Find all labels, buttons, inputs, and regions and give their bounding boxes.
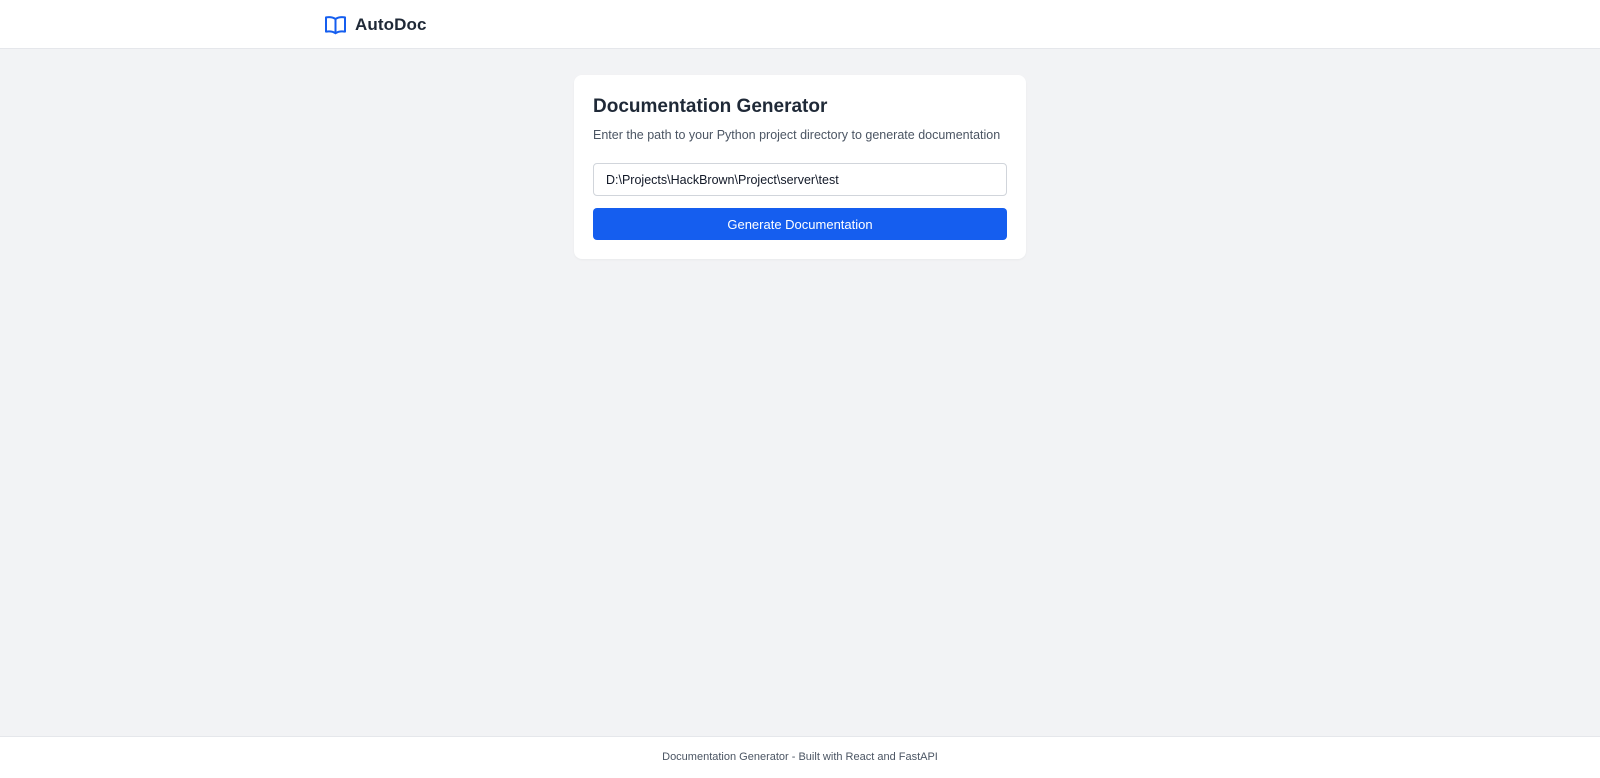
brand-link[interactable]: AutoDoc xyxy=(324,14,427,36)
page-title: Documentation Generator xyxy=(593,96,828,117)
generate-documentation-button[interactable]: Generate Documentation xyxy=(593,208,1007,240)
brand-name: AutoDoc xyxy=(355,15,427,34)
page-footer: Documentation Generator - Built with Rea… xyxy=(0,736,1600,778)
top-navbar: AutoDoc xyxy=(0,0,1600,49)
card-subtitle: Enter the path to your Python project di… xyxy=(593,128,1001,142)
book-open-icon xyxy=(324,15,347,35)
generator-card: Documentation Generator Enter the path t… xyxy=(574,75,1026,259)
app-root: AutoDoc Documentation Generator Enter th… xyxy=(0,0,1600,778)
footer-text: Documentation Generator - Built with Rea… xyxy=(662,751,938,763)
project-path-input[interactable] xyxy=(593,163,1007,196)
